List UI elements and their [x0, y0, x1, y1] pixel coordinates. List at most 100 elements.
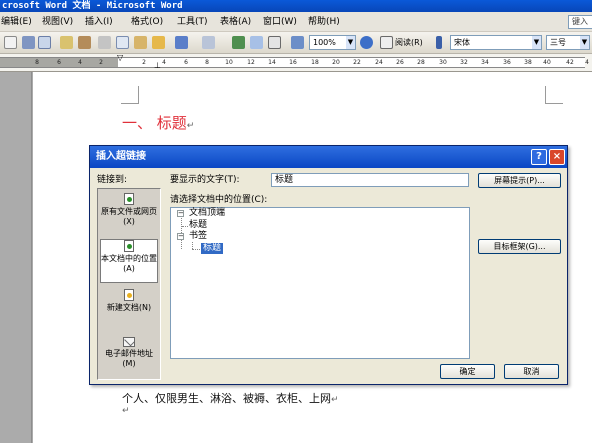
margin-corner-mark: [545, 86, 563, 104]
tree-item-bookmarks[interactable]: 书签: [189, 231, 207, 242]
ok-button[interactable]: 确定: [440, 364, 495, 379]
menu-table[interactable]: 表格(A): [220, 15, 251, 29]
document-body-line[interactable]: 个人、仅限男生、淋浴、被褥、衣柜、上网↵: [122, 390, 339, 406]
ruler-number: 2: [142, 59, 146, 66]
ruler-number: 14: [268, 59, 276, 66]
ruler-number: 28: [417, 59, 425, 66]
link-to-panel: 原有文件或网页(X) 本文档中的位置(A) 新建文档(N) 电子邮件地址(M): [97, 188, 161, 380]
menu-view[interactable]: 视图(V): [42, 15, 73, 29]
menu-insert[interactable]: 插入(I): [85, 15, 113, 29]
font-size-select[interactable]: 三号 ▼: [546, 35, 590, 50]
location-label: 请选择文档中的位置(C):: [170, 195, 268, 205]
ruler-number: 16: [289, 59, 297, 66]
display-text-label: 要显示的文字(T):: [170, 175, 240, 185]
ruler-number: 2: [99, 59, 103, 66]
screen-tip-button[interactable]: 屏幕提示(P)...: [478, 173, 561, 188]
research-icon[interactable]: [78, 36, 91, 49]
ruler-number: 4: [162, 59, 166, 66]
menu-tools[interactable]: 工具(T): [177, 15, 208, 29]
format-painter-icon[interactable]: [152, 36, 165, 49]
email-icon: [123, 337, 135, 347]
ruler-number: 18: [311, 59, 319, 66]
collapse-icon[interactable]: −: [177, 210, 184, 217]
ruler-number: 8: [205, 59, 209, 66]
ruler-number: 36: [503, 59, 511, 66]
help-search-input[interactable]: 键入: [568, 15, 592, 29]
first-indent-marker[interactable]: ▽: [117, 54, 123, 62]
ruler-number: 24: [375, 59, 383, 66]
link-to-label: 链接到:: [97, 175, 128, 185]
document-location-tree[interactable]: − 文档顶端 标题 − 书签 标题: [170, 207, 470, 359]
document-heading[interactable]: 一、 标题↵: [122, 112, 194, 133]
tree-connector: [192, 249, 200, 250]
tree-item-document-top[interactable]: 文档顶端: [189, 208, 225, 219]
ruler-number: 6: [57, 59, 61, 66]
cancel-button[interactable]: 取消: [504, 364, 559, 379]
redo-icon[interactable]: [202, 36, 215, 49]
standard-toolbar: 100% ▼ 阅读(R) 宋体 ▼ 三号 ▼: [0, 32, 592, 54]
ruler-number: 12: [247, 59, 255, 66]
ruler-number: 38: [524, 59, 532, 66]
horizontal-ruler[interactable]: 8 6 4 2 2 4 6 8 10 12 14 16 18 20 22 24 …: [0, 54, 592, 72]
link-option-label: 原有文件或网页(X): [101, 207, 157, 226]
help-button[interactable]: ?: [531, 149, 547, 165]
ruler-number: 4: [585, 59, 589, 66]
ruler-number: 42: [566, 59, 574, 66]
globe-file-icon: [124, 193, 134, 205]
ruler-number: 26: [396, 59, 404, 66]
link-existing-file[interactable]: 原有文件或网页(X): [100, 193, 158, 237]
link-option-label: 本文档中的位置(A): [101, 254, 157, 273]
ruler-number: 32: [460, 59, 468, 66]
ruler-number: 34: [481, 59, 489, 66]
tree-connector: [192, 242, 193, 249]
paste-icon[interactable]: [134, 36, 147, 49]
ruler-number: 40: [543, 59, 551, 66]
menu-edit[interactable]: 编辑(E): [1, 15, 32, 29]
style-pane-icon[interactable]: [436, 36, 442, 49]
tree-item-heading[interactable]: 标题: [189, 220, 207, 231]
copy-icon[interactable]: [116, 36, 129, 49]
read-icon[interactable]: [380, 36, 393, 49]
tables-borders-icon[interactable]: [250, 36, 263, 49]
ruler-number: 4: [78, 59, 82, 66]
ruler-number: 20: [332, 59, 340, 66]
link-new-document[interactable]: 新建文档(N): [100, 289, 158, 333]
display-text-input[interactable]: 标题: [271, 173, 469, 187]
chevron-down-icon: ▼: [532, 36, 541, 49]
menu-window[interactable]: 窗口(W): [263, 15, 297, 29]
read-button[interactable]: 阅读(R): [395, 37, 423, 49]
link-email[interactable]: 电子邮件地址(M): [100, 337, 158, 381]
cut-icon[interactable]: [98, 36, 111, 49]
insert-table-icon[interactable]: [268, 36, 281, 49]
menu-format[interactable]: 格式(O): [131, 15, 163, 29]
new-doc-icon[interactable]: [4, 36, 17, 49]
drawing-icon[interactable]: [291, 36, 304, 49]
menu-bar: 编辑(E) 视图(V) 插入(I) 格式(O) 工具(T) 表格(A) 窗口(W…: [0, 12, 592, 32]
menu-help[interactable]: 帮助(H): [308, 15, 340, 29]
paragraph-mark: ↵: [122, 406, 130, 416]
tree-item-bookmark-selected[interactable]: 标题: [201, 243, 224, 254]
collapse-icon[interactable]: −: [177, 233, 184, 240]
tab-stop-marker[interactable]: ⊥: [154, 62, 161, 70]
spelling-icon[interactable]: [60, 36, 73, 49]
help-icon[interactable]: [360, 36, 373, 49]
tree-connector: [182, 226, 188, 227]
link-this-document[interactable]: 本文档中的位置(A): [100, 239, 158, 283]
hyperlink-icon[interactable]: [232, 36, 245, 49]
font-name-select[interactable]: 宋体 ▼: [450, 35, 542, 50]
new-document-icon: [124, 289, 134, 301]
ruler-number: 30: [439, 59, 447, 66]
chevron-down-icon: ▼: [580, 36, 589, 49]
zoom-select[interactable]: 100% ▼: [309, 35, 356, 50]
close-button[interactable]: ×: [549, 149, 565, 165]
permission-icon[interactable]: [38, 36, 51, 49]
margin-corner-mark: [121, 86, 139, 104]
target-frame-button[interactable]: 目标框架(G)...: [478, 239, 561, 254]
save-icon[interactable]: [22, 36, 35, 49]
undo-icon[interactable]: [175, 36, 188, 49]
dialog-title: 插入超链接: [90, 146, 567, 168]
ruler-number: 10: [225, 59, 233, 66]
ruler-number: 22: [353, 59, 361, 66]
chevron-down-icon: ▼: [346, 36, 355, 49]
insert-hyperlink-dialog: 插入超链接 ? × 链接到: 原有文件或网页(X) 本文档中的位置(A) 新建文…: [89, 145, 568, 385]
